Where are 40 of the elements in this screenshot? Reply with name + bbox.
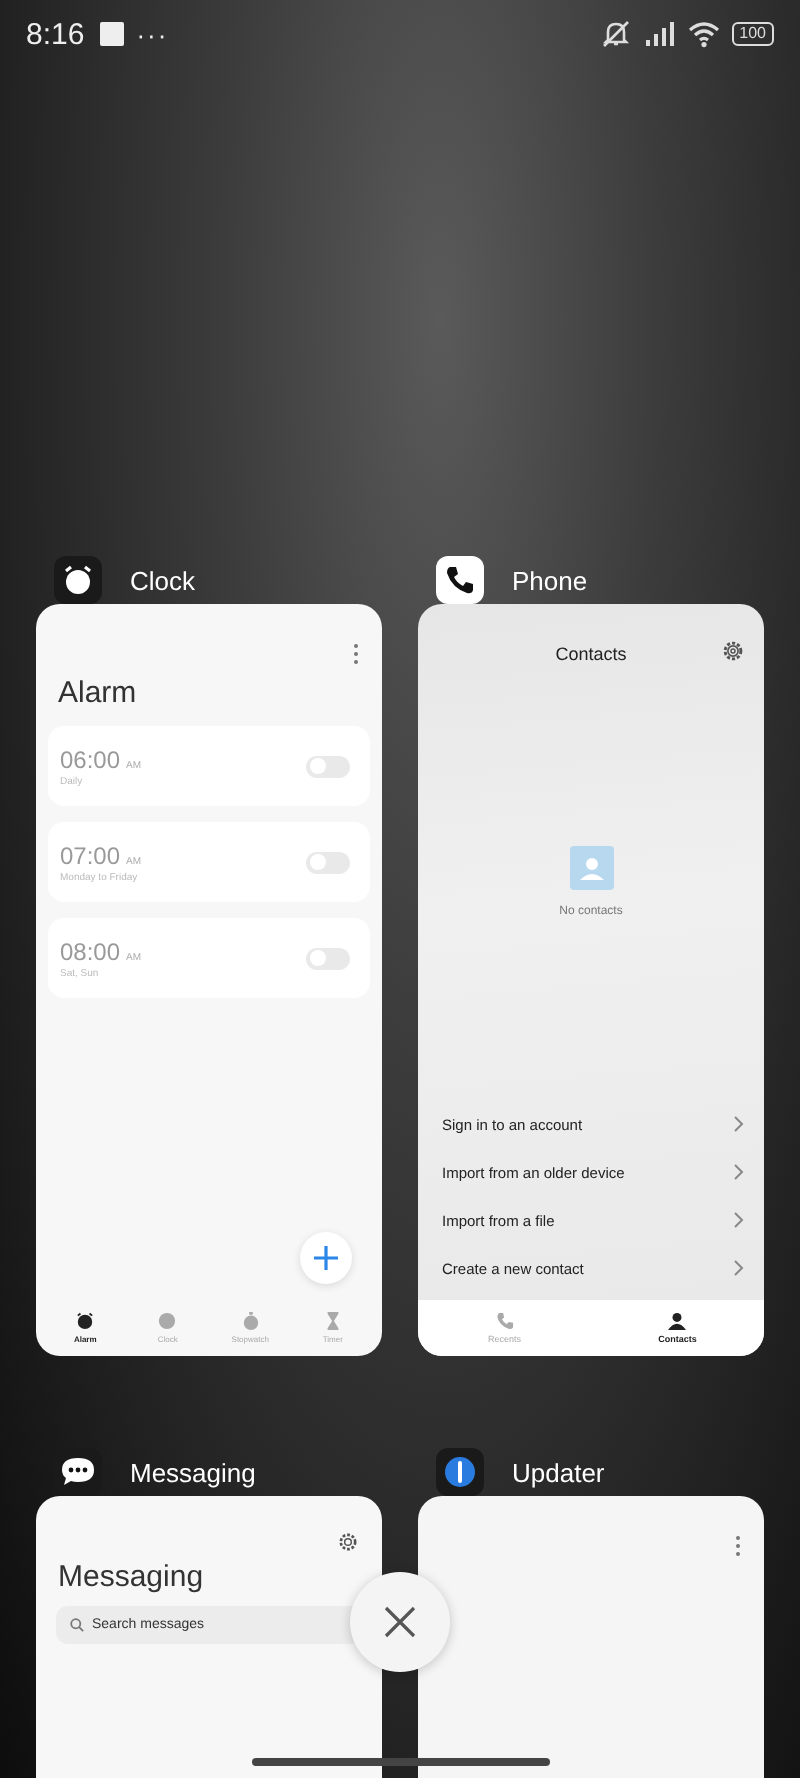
add-button[interactable] bbox=[300, 1232, 352, 1284]
status-time: 8:16 bbox=[26, 17, 85, 51]
phone-icon bbox=[495, 1312, 514, 1330]
app-name: Updater bbox=[512, 1457, 605, 1487]
settings-icon[interactable] bbox=[722, 640, 744, 662]
alarm-time: 06:00 bbox=[60, 745, 121, 773]
battery-indicator: 100 bbox=[731, 22, 774, 46]
phone-icon bbox=[444, 564, 476, 596]
app-name: Phone bbox=[512, 565, 588, 595]
alarm-time: 08:00 bbox=[60, 937, 121, 965]
chevron-icon bbox=[734, 1260, 744, 1276]
chevron-icon bbox=[734, 1164, 744, 1180]
search-icon bbox=[70, 1618, 84, 1632]
screen-title: Contacts bbox=[555, 641, 627, 663]
mute-icon bbox=[599, 20, 632, 48]
app-name: Messaging bbox=[130, 1457, 256, 1487]
alarm-icon bbox=[76, 1312, 95, 1330]
notification-icon bbox=[100, 22, 125, 46]
app-icon[interactable] bbox=[54, 556, 102, 604]
app-icon[interactable] bbox=[436, 1448, 484, 1496]
hourglass-icon bbox=[323, 1312, 342, 1330]
chevron-icon bbox=[734, 1212, 744, 1228]
screen-title: Messaging bbox=[56, 1560, 206, 1594]
more-notifications: ··· bbox=[136, 19, 169, 49]
update-icon bbox=[444, 1456, 476, 1488]
close-icon bbox=[384, 1606, 416, 1638]
chat-bubble-icon bbox=[60, 1456, 96, 1488]
person-icon bbox=[668, 1312, 687, 1330]
signal-icon bbox=[643, 22, 676, 46]
contact-placeholder-icon bbox=[569, 846, 613, 890]
app-name: Clock bbox=[130, 565, 196, 595]
app-icon[interactable] bbox=[436, 556, 484, 604]
screen-title: Alarm bbox=[56, 676, 139, 710]
plus-icon bbox=[314, 1246, 338, 1270]
chevron-icon bbox=[734, 1116, 744, 1132]
wifi-icon bbox=[687, 21, 720, 47]
alarm-time: 07:00 bbox=[60, 841, 121, 869]
stopwatch-icon bbox=[241, 1312, 260, 1330]
alarm-clock-icon bbox=[62, 564, 94, 596]
settings-icon[interactable] bbox=[338, 1532, 358, 1552]
